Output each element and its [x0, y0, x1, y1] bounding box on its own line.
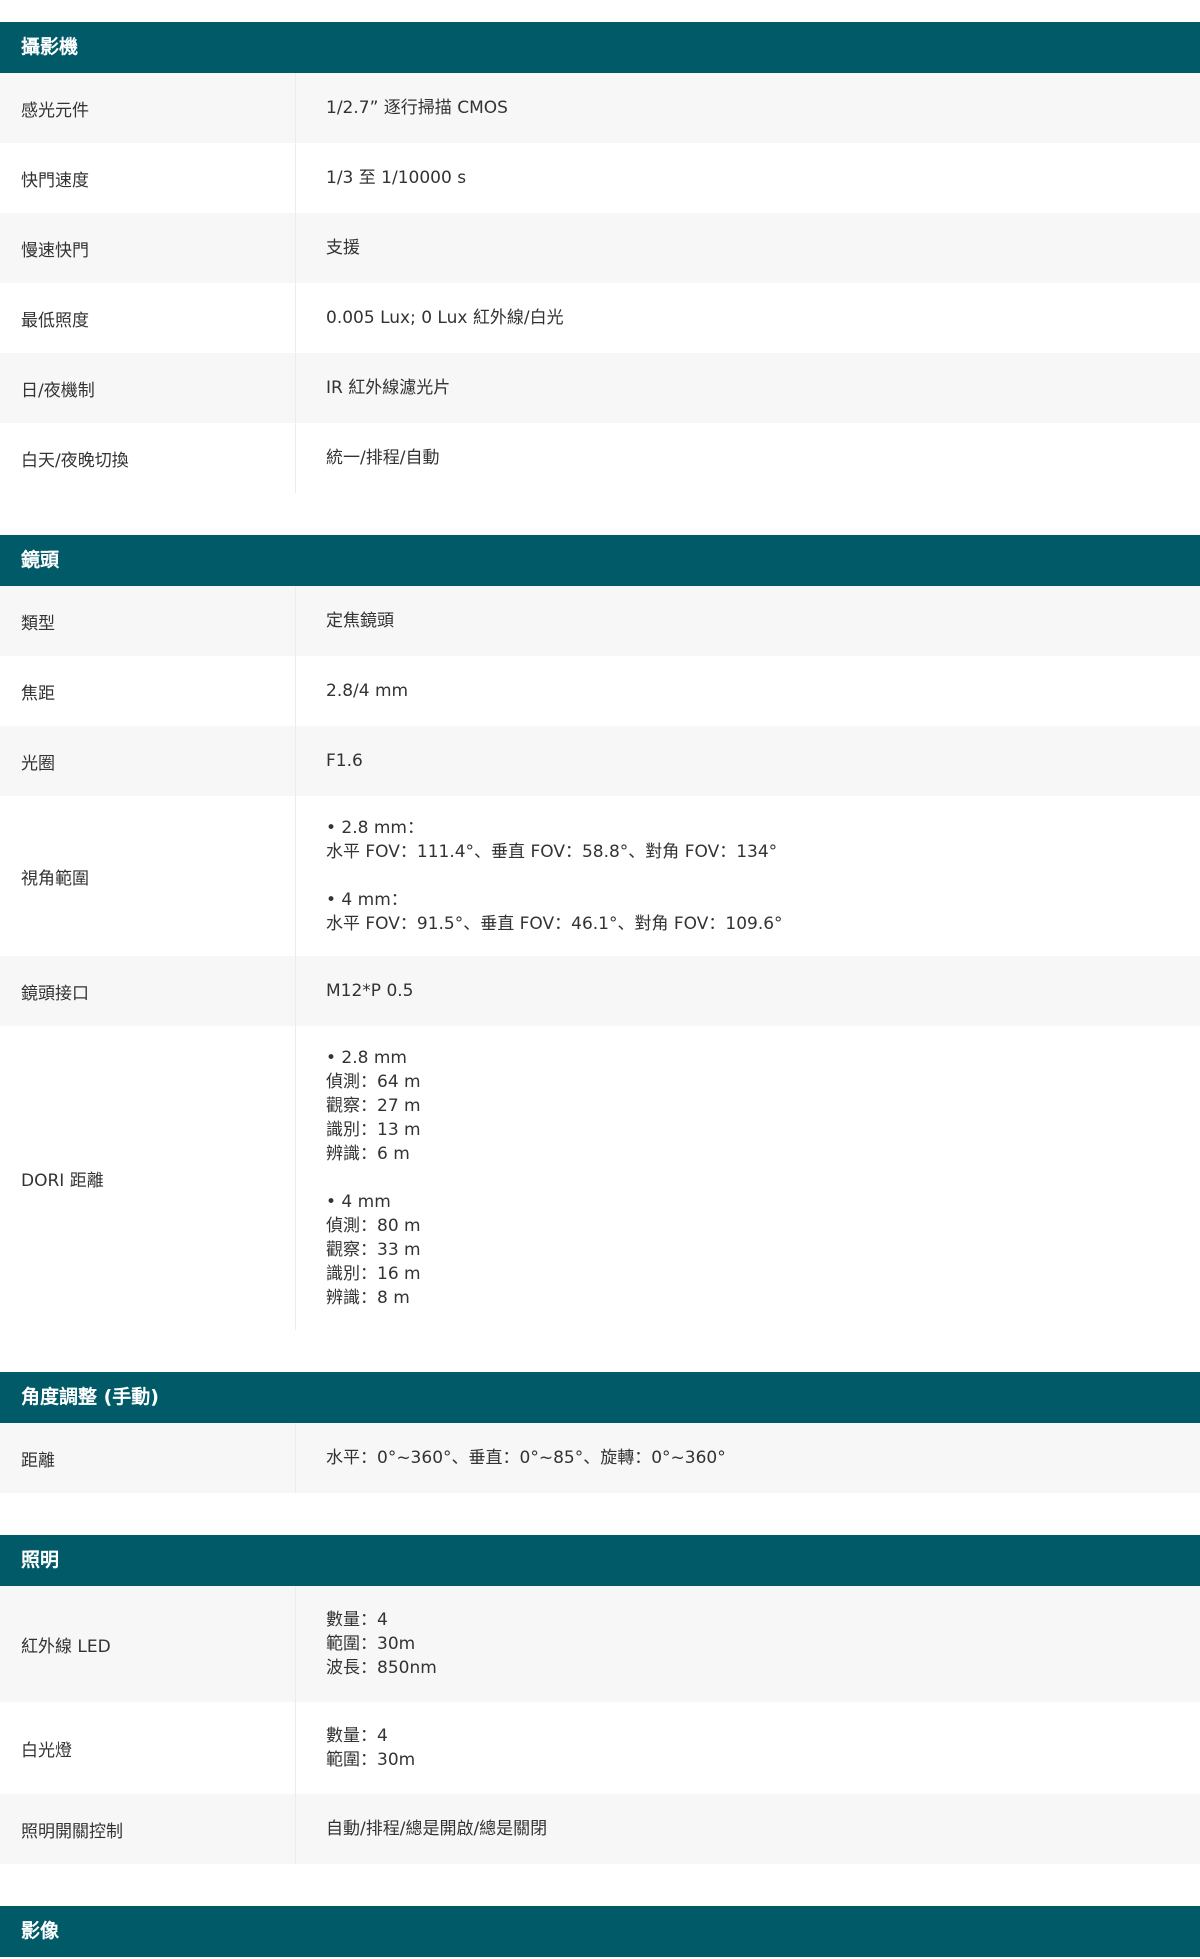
spec-row: 紅外線 LED 數量：4 範圍：30m 波長：850nm: [0, 1586, 1200, 1702]
spec-value: 1/2.7” 逐行掃描 CMOS: [295, 73, 1200, 143]
spec-label: 慢速快門: [21, 240, 89, 261]
spec-value-line: 1/2.7” 逐行掃描 CMOS: [326, 98, 508, 118]
spec-row: 視角範圍 • 2.8 mm： 水平 FOV：111.4°、垂直 FOV：58.8…: [0, 796, 1200, 956]
section-header: 攝影機: [0, 22, 1200, 73]
section-header: 影像: [0, 1906, 1200, 1957]
spec-label: 最低照度: [21, 310, 89, 331]
spec-value-line: 水平 FOV：91.5°、垂直 FOV：46.1°、對角 FOV：109.6°: [326, 914, 783, 934]
spec-value-line: 自動/排程/總是開啟/總是關閉: [326, 1819, 548, 1839]
spec-label: 焦距: [21, 683, 55, 704]
spec-value-line: • 2.8 mm: [326, 1048, 407, 1068]
spec-table: 距離 水平：0°~360°、垂直：0°~85°、旋轉：0°~360°: [0, 1423, 1200, 1493]
spec-value-line: 觀察：33 m: [326, 1240, 421, 1260]
spec-label: 快門速度: [21, 170, 89, 191]
spec-value: 1/3 至 1/10000 s: [295, 143, 1200, 213]
spec-value-line: 數量：4: [326, 1610, 388, 1630]
spec-value: F1.6: [295, 726, 1200, 796]
spec-table: 感光元件 1/2.7” 逐行掃描 CMOS 快門速度 1/3 至 1/10000…: [0, 73, 1200, 493]
spec-row: DORI 距離 • 2.8 mm 偵測：64 m 觀察：27 m 識別：13 m…: [0, 1026, 1200, 1330]
spec-value: 支援: [295, 213, 1200, 283]
spec-value-line: 波長：850nm: [326, 1658, 437, 1678]
spec-table: 類型 定焦鏡頭 焦距 2.8/4 mm 光圈 F1.6 視角範圍 • 2.8 m…: [0, 586, 1200, 1330]
spec-value: 2.8/4 mm: [295, 656, 1200, 726]
spec-page: 攝影機 感光元件 1/2.7” 逐行掃描 CMOS 快門速度 1/3 至 1/1…: [0, 0, 1200, 1957]
spec-value-line: 偵測：80 m: [326, 1216, 421, 1236]
section-angle-adjustment: 角度調整 (手動) 距離 水平：0°~360°、垂直：0°~85°、旋轉：0°~…: [0, 1372, 1200, 1493]
spec-label: 光圈: [21, 753, 55, 774]
spec-label: 照明開關控制: [21, 1821, 123, 1842]
spec-value-line: IR 紅外線濾光片: [326, 378, 451, 398]
spec-value: IR 紅外線濾光片: [295, 353, 1200, 423]
spec-row: 日/夜機制 IR 紅外線濾光片: [0, 353, 1200, 423]
spec-label: 白光燈: [21, 1740, 72, 1761]
spec-value-line: • 2.8 mm：: [326, 818, 424, 838]
spec-value-line: 水平 FOV：111.4°、垂直 FOV：58.8°、對角 FOV：134°: [326, 842, 778, 862]
spec-value-line: 識別：13 m: [326, 1120, 421, 1140]
spec-table: 紅外線 LED 數量：4 範圍：30m 波長：850nm 白光燈 數量：4 範圍…: [0, 1586, 1200, 1864]
spec-label: 白天/夜晚切換: [21, 450, 129, 471]
spec-value: 水平：0°~360°、垂直：0°~85°、旋轉：0°~360°: [295, 1423, 1200, 1493]
spec-row: 最低照度 0.005 Lux; 0 Lux 紅外線/白光: [0, 283, 1200, 353]
spec-label: 類型: [21, 613, 55, 634]
spec-value-line: 水平：0°~360°、垂直：0°~85°、旋轉：0°~360°: [326, 1448, 726, 1468]
spec-value: 數量：4 範圍：30m: [295, 1702, 1200, 1794]
spec-value: • 2.8 mm 偵測：64 m 觀察：27 m 識別：13 m 辨識：6 m …: [295, 1026, 1200, 1330]
spec-row: 光圈 F1.6: [0, 726, 1200, 796]
spec-row: 慢速快門 支援: [0, 213, 1200, 283]
spec-value-line: 識別：16 m: [326, 1264, 421, 1284]
section-header: 照明: [0, 1535, 1200, 1586]
spec-value: 0.005 Lux; 0 Lux 紅外線/白光: [295, 283, 1200, 353]
spec-row: 感光元件 1/2.7” 逐行掃描 CMOS: [0, 73, 1200, 143]
spec-value: • 2.8 mm： 水平 FOV：111.4°、垂直 FOV：58.8°、對角 …: [295, 796, 1200, 956]
spec-value-line: 辨識：6 m: [326, 1144, 410, 1164]
section-lens: 鏡頭 類型 定焦鏡頭 焦距 2.8/4 mm 光圈 F1.6 視角範圍 • 2.…: [0, 535, 1200, 1330]
spec-label: 日/夜機制: [21, 380, 95, 401]
spec-value-line: 2.8/4 mm: [326, 681, 409, 701]
spec-row: 類型 定焦鏡頭: [0, 586, 1200, 656]
spec-value-line: M12*P 0.5: [326, 981, 414, 1001]
spec-value-line: 觀察：27 m: [326, 1096, 421, 1116]
spec-label: 距離: [21, 1450, 55, 1471]
spec-value-line: 數量：4: [326, 1726, 388, 1746]
spec-value-line: 範圍：30m: [326, 1750, 416, 1770]
spec-value-line: 辨識：8 m: [326, 1288, 410, 1308]
spec-row: 鏡頭接口 M12*P 0.5: [0, 956, 1200, 1026]
spec-value: 數量：4 範圍：30m 波長：850nm: [295, 1586, 1200, 1702]
spec-row: 白光燈 數量：4 範圍：30m: [0, 1702, 1200, 1794]
spec-label: 視角範圍: [21, 868, 89, 889]
spec-row: 距離 水平：0°~360°、垂直：0°~85°、旋轉：0°~360°: [0, 1423, 1200, 1493]
spec-value-line: 偵測：64 m: [326, 1072, 421, 1092]
spec-value-line: 定焦鏡頭: [326, 611, 394, 631]
spec-value: 自動/排程/總是開啟/總是關閉: [295, 1794, 1200, 1864]
spec-row: 快門速度 1/3 至 1/10000 s: [0, 143, 1200, 213]
section-image: 影像: [0, 1906, 1200, 1957]
spec-value-line: 0.005 Lux; 0 Lux 紅外線/白光: [326, 308, 564, 328]
spec-label: 感光元件: [21, 100, 89, 121]
spec-label: DORI 距離: [21, 1170, 104, 1191]
spec-value: 統一/排程/自動: [295, 423, 1200, 493]
spec-label: 鏡頭接口: [21, 983, 89, 1004]
spec-value-line: F1.6: [326, 751, 363, 771]
section-camera: 攝影機 感光元件 1/2.7” 逐行掃描 CMOS 快門速度 1/3 至 1/1…: [0, 22, 1200, 493]
spec-value-line: 統一/排程/自動: [326, 448, 440, 468]
spec-value-line: 支援: [326, 238, 360, 258]
section-header: 角度調整 (手動): [0, 1372, 1200, 1423]
spec-label: 紅外線 LED: [21, 1636, 111, 1657]
spec-value-line: 1/3 至 1/10000 s: [326, 168, 467, 188]
spec-row: 照明開關控制 自動/排程/總是開啟/總是關閉: [0, 1794, 1200, 1864]
section-header: 鏡頭: [0, 535, 1200, 586]
spec-row: 焦距 2.8/4 mm: [0, 656, 1200, 726]
spec-value-line: 範圍：30m: [326, 1634, 416, 1654]
spec-value: M12*P 0.5: [295, 956, 1200, 1026]
spec-value: 定焦鏡頭: [295, 586, 1200, 656]
spec-value-line: • 4 mm：: [326, 890, 408, 910]
section-illumination: 照明 紅外線 LED 數量：4 範圍：30m 波長：850nm 白光燈 數量：4…: [0, 1535, 1200, 1864]
spec-row: 白天/夜晚切換 統一/排程/自動: [0, 423, 1200, 493]
spec-value-line: • 4 mm: [326, 1192, 391, 1212]
